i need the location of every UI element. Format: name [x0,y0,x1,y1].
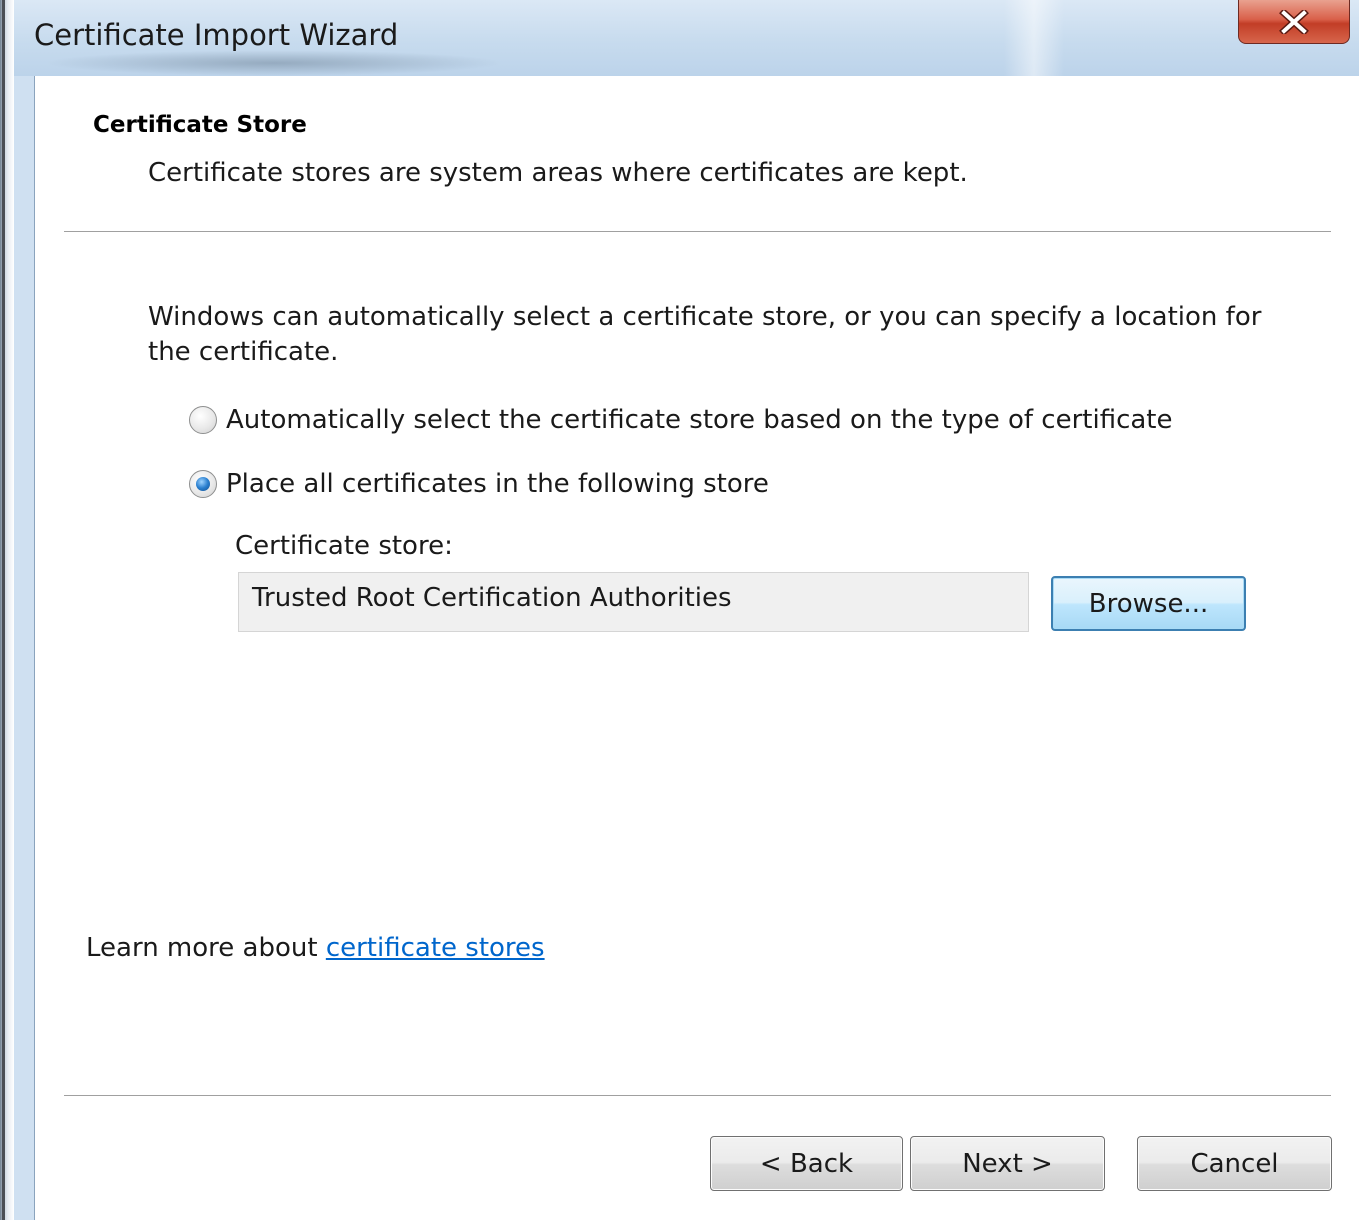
page-subtitle: Certificate stores are system areas wher… [148,158,968,188]
page-title: Certificate Store [93,112,307,138]
next-button[interactable]: Next > [910,1136,1105,1191]
back-button[interactable]: < Back [710,1136,903,1191]
certificate-store-field[interactable]: Trusted Root Certification Authorities [238,572,1029,632]
radio-auto-select-label[interactable]: Automatically select the certificate sto… [226,405,1173,435]
radio-auto-select-button[interactable] [189,406,217,434]
screen: Certificate Import Wizard Certificate St… [0,0,1359,1220]
certificate-store-label: Certificate store: [235,531,453,561]
radio-place-all[interactable]: Place all certificates in the following … [189,466,769,502]
certificate-stores-link[interactable]: certificate stores [326,933,545,963]
desktop-edge [0,0,14,1220]
wizard-window: Certificate Import Wizard Certificate St… [14,0,1359,1220]
radio-selected-dot [196,477,210,491]
store-description: Windows can automatically select a certi… [148,302,1262,367]
window-title: Certificate Import Wizard [34,18,399,52]
learn-more-text: Learn more about certificate stores [86,933,545,963]
radio-place-all-button[interactable] [189,470,217,498]
radio-place-all-label[interactable]: Place all certificates in the following … [226,469,769,499]
wizard-content: Certificate Store Certificate stores are… [34,76,1359,1220]
cancel-button[interactable]: Cancel [1137,1136,1332,1191]
browse-button[interactable]: Browse... [1051,576,1246,631]
footer-divider [64,1095,1331,1097]
close-button[interactable] [1238,0,1350,44]
title-bar[interactable]: Certificate Import Wizard [14,0,1359,76]
radio-auto-select[interactable]: Automatically select the certificate sto… [189,402,1173,438]
header-divider [64,231,1331,233]
close-icon [1279,9,1309,34]
learn-more-prefix: Learn more about [86,933,326,963]
